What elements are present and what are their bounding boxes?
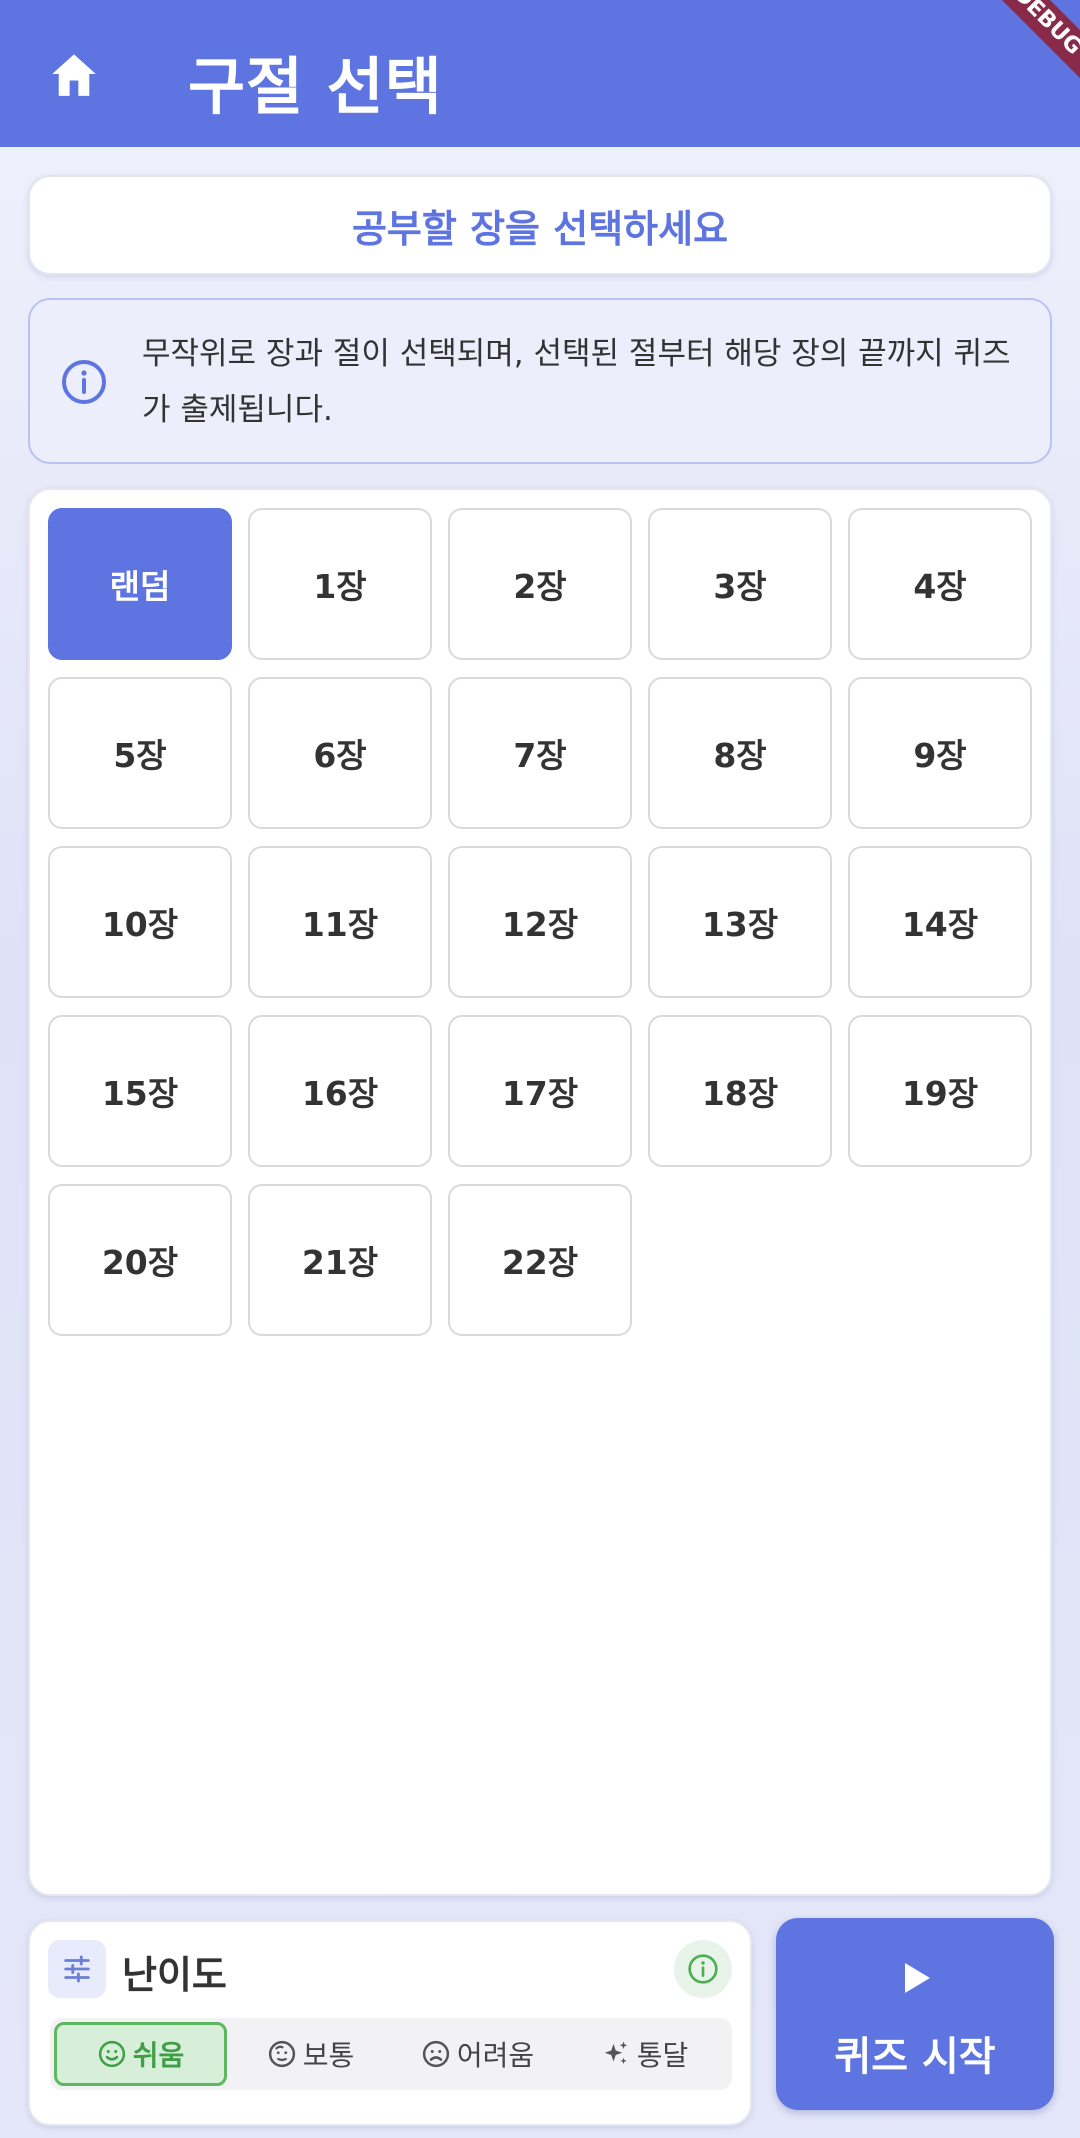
- chapter-button[interactable]: 1장: [248, 508, 432, 660]
- chapter-random-button[interactable]: 랜덤: [48, 508, 232, 660]
- play-icon: [905, 1963, 930, 1993]
- info-icon: [62, 360, 106, 404]
- difficulty-card: 난이도 쉬움 보통 어려움 통달: [28, 1920, 752, 2126]
- tune-icon: [64, 1955, 90, 1983]
- chapter-button[interactable]: 22장: [448, 1184, 632, 1336]
- difficulty-label: 어려움: [456, 2039, 535, 2072]
- chapter-button[interactable]: 19장: [848, 1015, 1032, 1167]
- chapter-button[interactable]: 6장: [248, 677, 432, 829]
- chapter-grid: 랜덤 1장 2장 3장 4장 5장 6장 7장 8장 9장 10장 11장 12장 13장 14장 15장 16…: [48, 508, 1032, 1336]
- app-bar: 구절 선택 DEBUG: [0, 0, 1080, 147]
- chapter-button[interactable]: 20장: [48, 1184, 232, 1336]
- difficulty-hard[interactable]: 어려움: [394, 2022, 561, 2086]
- debug-banner: DEBUG: [967, 0, 1080, 101]
- difficulty-master[interactable]: 통달: [561, 2022, 728, 2086]
- difficulty-title: 난이도: [122, 1953, 227, 1997]
- chapter-button[interactable]: 3장: [648, 508, 832, 660]
- start-quiz-button[interactable]: 퀴즈 시작: [776, 1918, 1054, 2110]
- chapter-button[interactable]: 18장: [648, 1015, 832, 1167]
- chapter-button[interactable]: 21장: [248, 1184, 432, 1336]
- sparkle-icon: [604, 2041, 627, 2064]
- home-button[interactable]: [44, 44, 104, 104]
- neutral-face-icon: [268, 2040, 295, 2068]
- page-title: 구절 선택: [188, 50, 443, 123]
- chapter-button[interactable]: 17장: [448, 1015, 632, 1167]
- chapter-button[interactable]: 7장: [448, 677, 632, 829]
- chapter-button[interactable]: 4장: [848, 508, 1032, 660]
- smile-icon: [98, 2040, 125, 2068]
- chapter-button[interactable]: 14장: [848, 846, 1032, 998]
- info-text: 무작위로 장과 절이 선택되며, 선택된 절부터 해당 장의 끝까지 퀴즈가 출…: [142, 336, 1011, 428]
- chapter-button[interactable]: 2장: [448, 508, 632, 660]
- chapter-button[interactable]: 8장: [648, 677, 832, 829]
- chapter-button[interactable]: 15장: [48, 1015, 232, 1167]
- sad-face-icon: [422, 2040, 449, 2068]
- difficulty-label: 보통: [302, 2039, 355, 2072]
- difficulty-info-button[interactable]: [674, 1940, 732, 1998]
- difficulty-normal[interactable]: 보통: [227, 2022, 394, 2086]
- difficulty-easy[interactable]: 쉬움: [54, 2022, 227, 2086]
- chapter-button[interactable]: 16장: [248, 1015, 432, 1167]
- chapter-button[interactable]: 5장: [48, 677, 232, 829]
- chapter-button[interactable]: 13장: [648, 846, 832, 998]
- prompt-text: 공부할 장을 선택하세요: [351, 206, 729, 251]
- chapter-button[interactable]: 11장: [248, 846, 432, 998]
- info-icon: [688, 1954, 718, 1984]
- chapter-grid-card: 랜덤 1장 2장 3장 4장 5장 6장 7장 8장 9장 10장 11장 12장 13장 14장 15장 16…: [28, 488, 1052, 1896]
- chapter-button[interactable]: 12장: [448, 846, 632, 998]
- info-card: 무작위로 장과 절이 선택되며, 선택된 절부터 해당 장의 끝까지 퀴즈가 출…: [28, 298, 1052, 464]
- difficulty-label: 쉬움: [132, 2039, 185, 2072]
- start-quiz-label: 퀴즈 시작: [834, 2034, 996, 2080]
- tune-icon-box: [48, 1940, 106, 1998]
- prompt-card: 공부할 장을 선택하세요: [28, 175, 1052, 275]
- home-icon: [52, 54, 96, 96]
- difficulty-label: 통달: [636, 2039, 689, 2072]
- chapter-button[interactable]: 9장: [848, 677, 1032, 829]
- difficulty-segments: 쉬움 보통 어려움 통달: [50, 2018, 732, 2090]
- chapter-button[interactable]: 10장: [48, 846, 232, 998]
